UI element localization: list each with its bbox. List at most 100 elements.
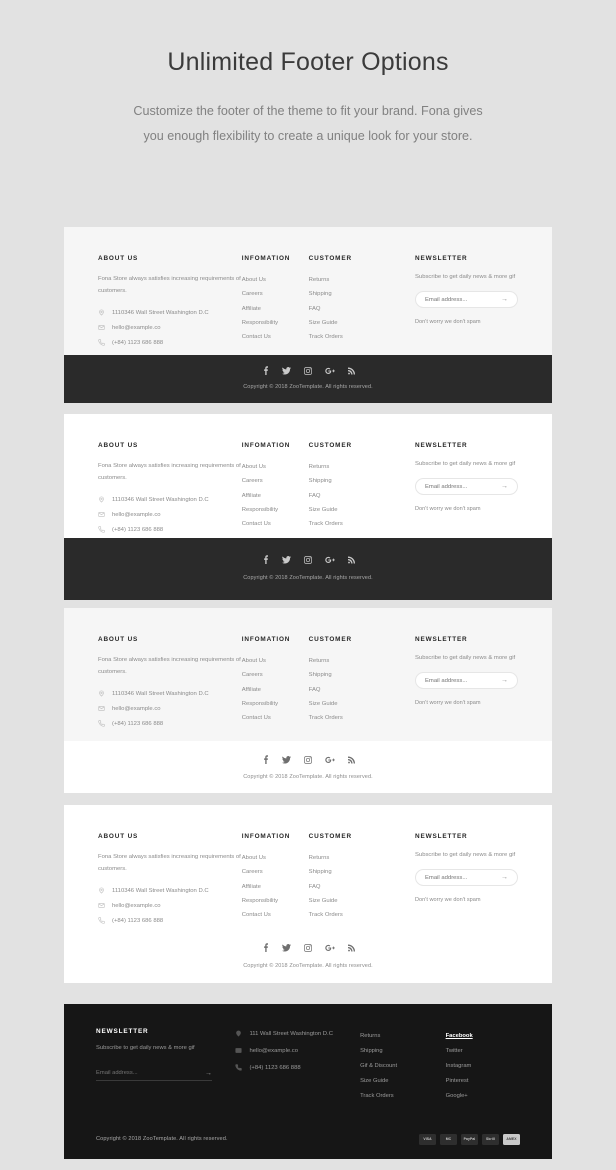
- list-item[interactable]: Size Guide: [309, 504, 415, 517]
- email-input[interactable]: [425, 296, 501, 303]
- submit-arrow-icon[interactable]: →: [501, 296, 508, 303]
- list-item[interactable]: Track Orders: [309, 909, 415, 922]
- contact-phone[interactable]: (+84) 1123 686 888: [98, 720, 242, 727]
- list-item[interactable]: About Us: [242, 852, 309, 865]
- list-item[interactable]: Shipping: [309, 669, 415, 682]
- list-item[interactable]: Track Orders: [309, 331, 415, 344]
- list-item[interactable]: Responsibility: [242, 317, 309, 330]
- list-item[interactable]: Careers: [242, 866, 309, 879]
- newsletter-form[interactable]: →: [415, 291, 518, 308]
- rss-icon[interactable]: [347, 556, 355, 564]
- facebook-icon[interactable]: [262, 555, 269, 564]
- newsletter-form[interactable]: →: [415, 478, 518, 495]
- list-item[interactable]: Instagram: [446, 1060, 520, 1073]
- rss-icon[interactable]: [347, 756, 355, 764]
- instagram-icon[interactable]: [303, 943, 312, 952]
- list-item[interactable]: Affiliate: [242, 684, 309, 697]
- list-item[interactable]: Google+: [446, 1090, 520, 1103]
- contact-email[interactable]: hello@example.co: [235, 1047, 360, 1054]
- list-item[interactable]: Track Orders: [360, 1090, 446, 1103]
- submit-arrow-icon[interactable]: →: [501, 483, 508, 490]
- contact-email[interactable]: hello@example.co: [98, 511, 242, 518]
- list-item[interactable]: Responsibility: [242, 504, 309, 517]
- newsletter-form[interactable]: →: [96, 1066, 212, 1081]
- twitter-icon[interactable]: [281, 755, 291, 764]
- list-item[interactable]: Size Guide: [309, 895, 415, 908]
- submit-arrow-icon[interactable]: →: [205, 1070, 212, 1077]
- email-input[interactable]: [425, 483, 501, 490]
- list-item[interactable]: FAQ: [309, 684, 415, 697]
- contact-phone[interactable]: (+84) 1123 686 888: [98, 339, 242, 346]
- list-item[interactable]: About Us: [242, 274, 309, 287]
- payment-icon[interactable]: PayPal: [461, 1133, 478, 1145]
- contact-phone[interactable]: (+84) 1123 686 888: [98, 917, 242, 924]
- facebook-icon[interactable]: [262, 943, 269, 952]
- list-item[interactable]: Careers: [242, 669, 309, 682]
- list-item[interactable]: Twitter: [446, 1045, 520, 1058]
- instagram-icon[interactable]: [303, 755, 312, 764]
- contact-email[interactable]: hello@example.co: [98, 324, 242, 331]
- list-item[interactable]: Affiliate: [242, 881, 309, 894]
- list-item[interactable]: Affiliate: [242, 303, 309, 316]
- list-item[interactable]: Size Guide: [309, 698, 415, 711]
- list-item[interactable]: Gif & Discount: [360, 1060, 446, 1073]
- twitter-icon[interactable]: [281, 943, 291, 952]
- list-item[interactable]: Shipping: [309, 866, 415, 879]
- email-input[interactable]: [425, 874, 501, 881]
- submit-arrow-icon[interactable]: →: [501, 677, 508, 684]
- contact-email[interactable]: hello@example.co: [98, 705, 242, 712]
- list-item[interactable]: Pinterest: [446, 1075, 520, 1088]
- newsletter-form[interactable]: →: [415, 672, 518, 689]
- list-item[interactable]: Facebook: [446, 1030, 520, 1043]
- list-item[interactable]: Shipping: [309, 475, 415, 488]
- twitter-icon[interactable]: [281, 555, 291, 564]
- list-item[interactable]: About Us: [242, 461, 309, 474]
- submit-arrow-icon[interactable]: →: [501, 874, 508, 881]
- list-item[interactable]: Affiliate: [242, 490, 309, 503]
- payment-icon[interactable]: Skrill: [482, 1133, 499, 1145]
- facebook-icon[interactable]: [262, 366, 269, 375]
- list-item[interactable]: Contact Us: [242, 518, 309, 531]
- contact-email[interactable]: hello@example.co: [98, 902, 242, 909]
- rss-icon[interactable]: [347, 367, 355, 375]
- google-plus-icon[interactable]: [324, 556, 335, 564]
- payment-icon[interactable]: VISA: [419, 1133, 436, 1145]
- list-item[interactable]: Contact Us: [242, 909, 309, 922]
- email-input[interactable]: [425, 677, 501, 684]
- list-item[interactable]: Returns: [309, 461, 415, 474]
- list-item[interactable]: About Us: [242, 655, 309, 668]
- list-item[interactable]: Contact Us: [242, 712, 309, 725]
- twitter-icon[interactable]: [281, 366, 291, 375]
- instagram-icon[interactable]: [303, 555, 312, 564]
- list-item[interactable]: Responsibility: [242, 895, 309, 908]
- newsletter-form[interactable]: →: [415, 869, 518, 886]
- contact-phone[interactable]: (+84) 1123 686 888: [98, 526, 242, 533]
- list-item[interactable]: FAQ: [309, 881, 415, 894]
- payment-icon[interactable]: AMEX: [503, 1133, 520, 1145]
- list-item[interactable]: Track Orders: [309, 712, 415, 725]
- facebook-icon[interactable]: [262, 755, 269, 764]
- list-item[interactable]: FAQ: [309, 490, 415, 503]
- list-item[interactable]: Careers: [242, 475, 309, 488]
- list-item[interactable]: Returns: [309, 274, 415, 287]
- list-item[interactable]: Returns: [360, 1030, 446, 1043]
- google-plus-icon[interactable]: [324, 944, 335, 952]
- contact-phone[interactable]: (+84) 1123 686 888: [235, 1064, 360, 1071]
- list-item[interactable]: Contact Us: [242, 331, 309, 344]
- list-item[interactable]: Shipping: [360, 1045, 446, 1058]
- payment-icon[interactable]: MC: [440, 1133, 457, 1145]
- google-plus-icon[interactable]: [324, 756, 335, 764]
- list-item[interactable]: Shipping: [309, 288, 415, 301]
- list-item[interactable]: Track Orders: [309, 518, 415, 531]
- email-input[interactable]: [96, 1070, 205, 1076]
- list-item[interactable]: Returns: [309, 852, 415, 865]
- list-item[interactable]: Responsibility: [242, 698, 309, 711]
- list-item[interactable]: Size Guide: [309, 317, 415, 330]
- list-item[interactable]: Returns: [309, 655, 415, 668]
- list-item[interactable]: Size Guide: [360, 1075, 446, 1088]
- list-item[interactable]: FAQ: [309, 303, 415, 316]
- google-plus-icon[interactable]: [324, 367, 335, 375]
- instagram-icon[interactable]: [303, 366, 312, 375]
- list-item[interactable]: Careers: [242, 288, 309, 301]
- rss-icon[interactable]: [347, 944, 355, 952]
